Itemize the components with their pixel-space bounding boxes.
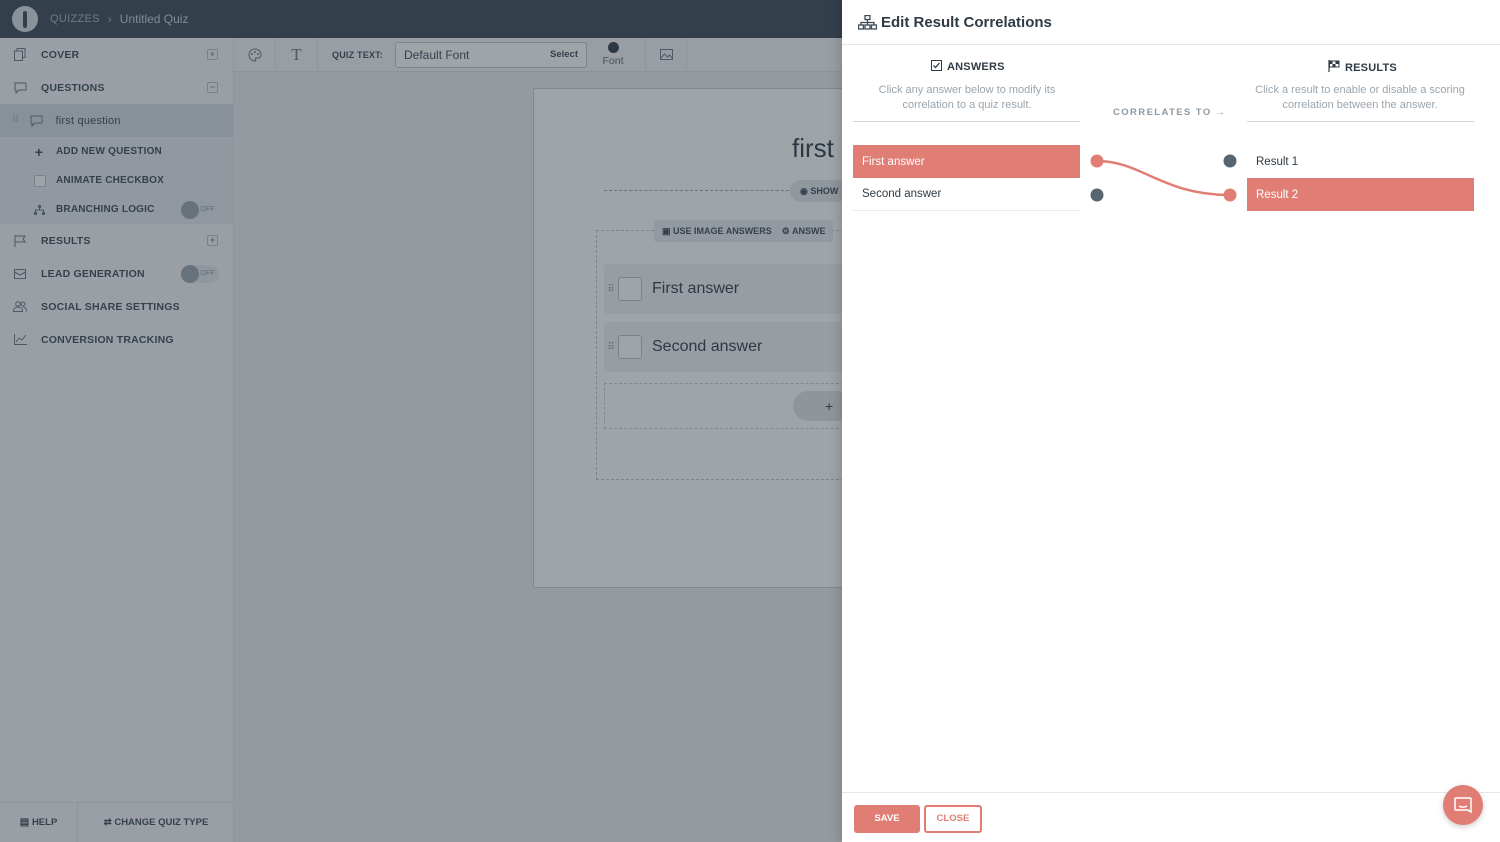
chat-launcher-icon[interactable] [1443, 785, 1483, 825]
correlates-to-label: CORRELATES TO → [1113, 107, 1227, 118]
results-heading: RESULTS [1328, 60, 1397, 75]
modal-backdrop[interactable] [0, 0, 842, 842]
answer-item-second[interactable]: Second answer [853, 178, 1080, 211]
panel-title: Edit Result Correlations [881, 13, 1052, 31]
answer-node-second[interactable] [1090, 188, 1104, 202]
answers-heading: ANSWERS [931, 60, 1005, 74]
edit-result-correlations-panel: Edit Result Correlations ANSWERS Click a… [842, 0, 1500, 842]
correlates-to-text: CORRELATES TO [1113, 107, 1212, 118]
result-node-1[interactable] [1223, 154, 1237, 168]
arrow-right-icon: → [1215, 107, 1227, 118]
result-node-2[interactable] [1223, 188, 1237, 202]
results-description: Click a result to enable or disable a sc… [1255, 84, 1465, 111]
answers-description: Click any answer below to modify its cor… [878, 84, 1056, 111]
answer-node-first[interactable] [1090, 154, 1104, 168]
save-button[interactable]: SAVE [854, 805, 920, 833]
results-heading-label: RESULTS [1345, 61, 1397, 74]
answer-item-first[interactable]: First answer [853, 145, 1080, 178]
close-button[interactable]: CLOSE [924, 805, 982, 833]
panel-header: Edit Result Correlations [842, 0, 1500, 45]
answers-divider [853, 121, 1080, 122]
correlation-connector [1090, 154, 1237, 202]
results-divider [1247, 121, 1474, 122]
result-item-2[interactable]: Result 2 [1247, 178, 1474, 211]
sitemap-icon [858, 14, 877, 30]
flag-checkered-icon [1328, 60, 1340, 75]
result-item-1[interactable]: Result 1 [1247, 145, 1474, 178]
panel-footer: SAVE CLOSE [842, 792, 1500, 842]
correlation-line [1096, 159, 1231, 197]
answers-heading-label: ANSWERS [947, 61, 1005, 73]
checkbox-icon [931, 60, 942, 74]
